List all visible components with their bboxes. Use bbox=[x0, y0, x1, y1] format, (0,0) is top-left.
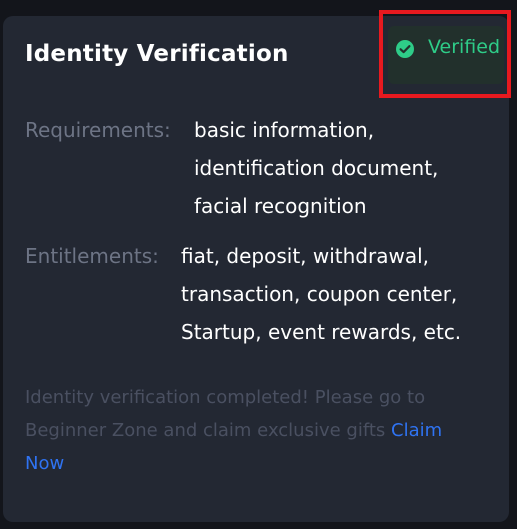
footer-message-text: Identity verification completed! Please … bbox=[25, 387, 426, 441]
requirements-label: Requirements: bbox=[25, 118, 171, 142]
verification-complete-message: Identity verification completed! Please … bbox=[25, 381, 465, 480]
card-title: Identity Verification bbox=[25, 41, 289, 67]
entitlements-value-line: fiat, deposit, withdrawal, bbox=[181, 244, 430, 268]
requirements-value-line: facial recognition bbox=[194, 194, 367, 218]
check-circle-icon bbox=[396, 40, 414, 58]
status-badge-label: Verified bbox=[428, 36, 501, 58]
entitlements-label: Entitlements: bbox=[25, 244, 159, 268]
requirements-value-line: basic information, bbox=[194, 118, 375, 142]
entitlements-value-line: Startup, event rewards, etc. bbox=[181, 320, 462, 344]
requirements-value-line: identification document, bbox=[194, 156, 439, 180]
entitlements-value-line: transaction, coupon center, bbox=[181, 282, 458, 306]
